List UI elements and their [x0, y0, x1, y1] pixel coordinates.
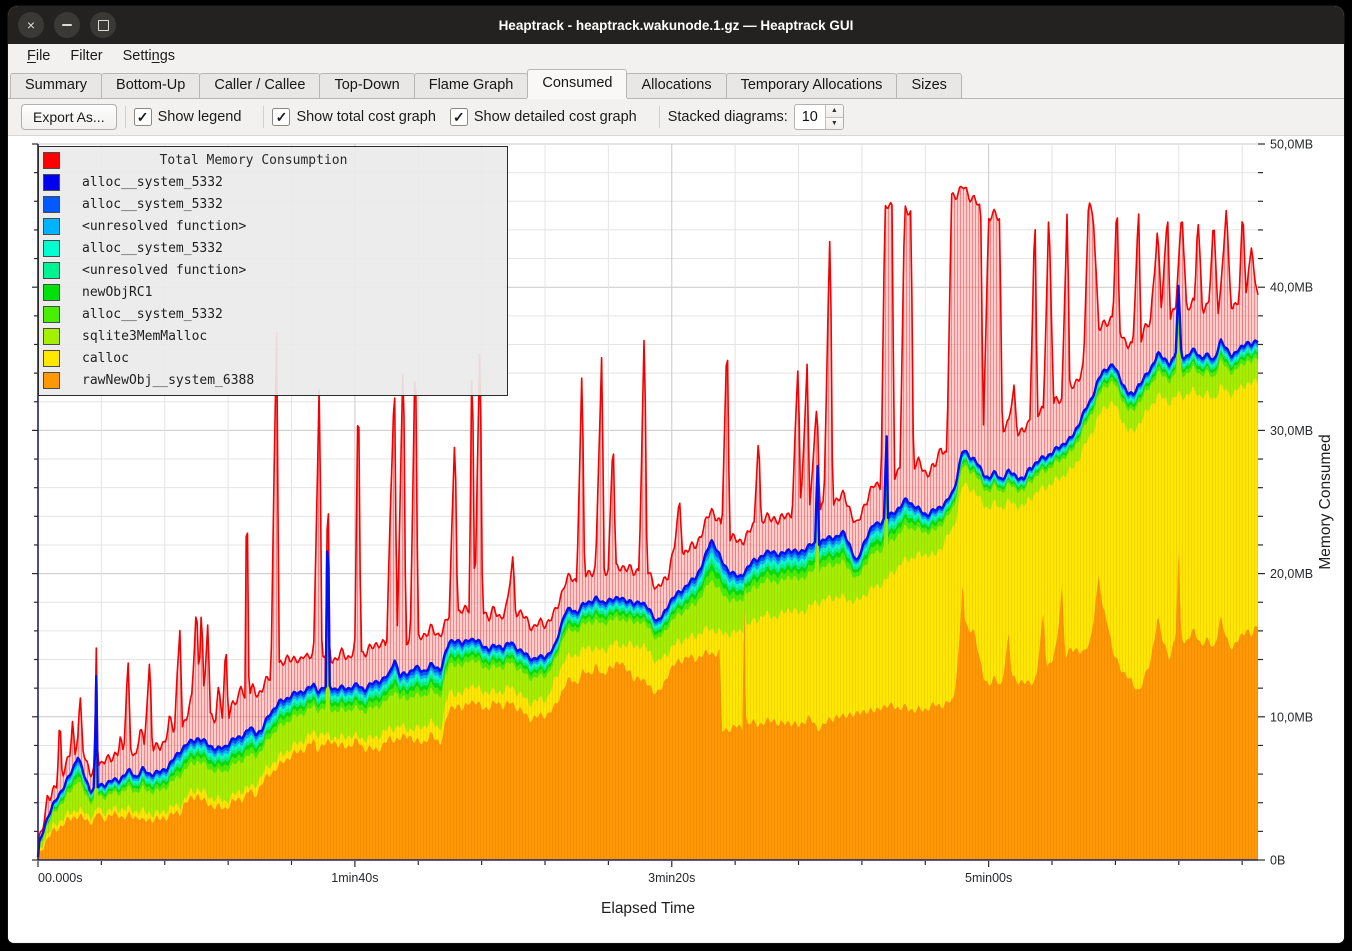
y-axis-title: Memory Consumed [1317, 434, 1334, 569]
legend-label: alloc__system_5332 [82, 197, 223, 212]
legend-label: alloc__system_5332 [82, 307, 223, 322]
legend-item: alloc__system_5332 [39, 171, 507, 193]
legend-swatch [43, 174, 60, 191]
maximize-icon [98, 20, 109, 31]
legend-label: alloc__system_5332 [82, 175, 223, 190]
menu-item-filter[interactable]: Filter [61, 47, 111, 65]
tab-top-down[interactable]: Top-Down [319, 73, 414, 98]
maximize-button[interactable] [90, 12, 116, 38]
legend-swatch [43, 196, 60, 213]
stacked-diagrams-spinbox[interactable]: 10 ▲ ▼ [794, 104, 844, 130]
legend-label: calloc [82, 351, 129, 366]
chart-area[interactable]: 00.000s 1min40s 3min20s 5min00s 0B 10,0MB 20,0… [8, 136, 1344, 942]
legend-swatch [43, 328, 60, 345]
toolbar-separator [263, 106, 264, 128]
titlebar: × Heaptrack - heaptrack.wakunode.1.gz — … [8, 6, 1344, 44]
x-tick-label: 3min20s [648, 871, 695, 885]
checkbox-show-legend[interactable]: ✓ Show legend [134, 108, 242, 126]
legend-item: newObjRC1 [39, 281, 507, 303]
x-axis-title: Elapsed Time [601, 900, 695, 917]
window-controls: × [18, 12, 116, 38]
legend-item: alloc__system_5332 [39, 303, 507, 325]
window-title: Heaptrack - heaptrack.wakunode.1.gz — He… [8, 18, 1344, 33]
legend-item: <unresolved function> [39, 215, 507, 237]
legend-item: calloc [39, 347, 507, 369]
legend-item: <unresolved function> [39, 259, 507, 281]
x-tick-label: 00.000s [38, 871, 82, 885]
tab-temporary-allocations[interactable]: Temporary Allocations [726, 73, 898, 98]
export-as-button[interactable]: Export As... [21, 104, 117, 130]
app-window: × Heaptrack - heaptrack.wakunode.1.gz — … [8, 6, 1344, 943]
minimize-icon [62, 24, 72, 26]
tab-consumed[interactable]: Consumed [527, 69, 627, 98]
y-tick-label: 30,0MB [1270, 424, 1313, 438]
tab-caller-callee[interactable]: Caller / Callee [199, 73, 320, 98]
y-tick-label: 0B [1270, 854, 1285, 868]
legend-item: rawNewObj__system_6388 [39, 369, 507, 391]
legend-swatch [43, 240, 60, 257]
checkbox-box[interactable]: ✓ [134, 108, 152, 126]
y-tick-label: 10,0MB [1270, 710, 1313, 724]
chevron-down-icon: ▼ [831, 120, 838, 127]
checkbox-box[interactable]: ✓ [272, 108, 290, 126]
legend-item: sqlite3MemMalloc [39, 325, 507, 347]
legend-item: alloc__system_5332 [39, 193, 507, 215]
toolbar-separator [659, 106, 660, 128]
checkbox-label: Show legend [158, 109, 242, 125]
legend-label: sqlite3MemMalloc [82, 329, 207, 344]
checkbox-box[interactable]: ✓ [450, 108, 468, 126]
tab-flame-graph[interactable]: Flame Graph [414, 73, 529, 98]
legend-swatch [43, 262, 60, 279]
legend-swatch [43, 218, 60, 235]
legend-label: newObjRC1 [82, 285, 152, 300]
tab-summary[interactable]: Summary [10, 73, 102, 98]
menubar: FileFilterSettings [8, 44, 1344, 68]
tab-sizes[interactable]: Sizes [896, 73, 961, 98]
tab-allocations[interactable]: Allocations [626, 73, 726, 98]
menu-item-file[interactable]: File [18, 47, 59, 65]
checkbox-show-total-cost-graph[interactable]: ✓ Show total cost graph [272, 108, 435, 126]
y-tick-label: 20,0MB [1270, 567, 1313, 581]
menu-item-settings[interactable]: Settings [114, 47, 184, 65]
chevron-up-icon: ▲ [831, 107, 838, 114]
legend-title-row: Total Memory Consumption [39, 149, 507, 171]
legend-title: Total Memory Consumption [60, 153, 447, 168]
close-icon: × [27, 18, 35, 32]
spin-down-button[interactable]: ▼ [826, 118, 843, 130]
legend-swatch-total [43, 152, 60, 169]
minimize-button[interactable] [54, 12, 80, 38]
stacked-diagrams-label: Stacked diagrams: [668, 109, 788, 125]
legend-label: alloc__system_5332 [82, 241, 223, 256]
y-tick-label: 50,0MB [1270, 138, 1313, 152]
legend-label: rawNewObj__system_6388 [82, 373, 254, 388]
checkbox-show-detailed-cost-graph[interactable]: ✓ Show detailed cost graph [450, 108, 637, 126]
legend-swatch [43, 284, 60, 301]
chart-legend: Total Memory Consumption alloc__system_53… [38, 146, 508, 396]
toolbar: Export As... ✓ Show legend ✓ Show total cos… [8, 99, 1344, 136]
tab-bottom-up[interactable]: Bottom-Up [101, 73, 200, 98]
spin-up-button[interactable]: ▲ [826, 105, 843, 118]
checkbox-label: Show total cost graph [296, 109, 435, 125]
legend-swatch [43, 372, 60, 389]
checkbox-label: Show detailed cost graph [474, 109, 637, 125]
legend-swatch [43, 306, 60, 323]
stacked-diagrams-value[interactable]: 10 [795, 105, 825, 129]
y-tick-label: 40,0MB [1270, 281, 1313, 295]
x-tick-label: 5min00s [965, 871, 1012, 885]
tab-bar: SummaryBottom-UpCaller / CalleeTop-DownF… [8, 68, 1344, 99]
toolbar-separator [125, 106, 126, 128]
legend-label: <unresolved function> [82, 219, 246, 234]
x-tick-label: 1min40s [331, 871, 378, 885]
close-button[interactable]: × [18, 12, 44, 38]
legend-swatch [43, 350, 60, 367]
legend-label: <unresolved function> [82, 263, 246, 278]
legend-item: alloc__system_5332 [39, 237, 507, 259]
